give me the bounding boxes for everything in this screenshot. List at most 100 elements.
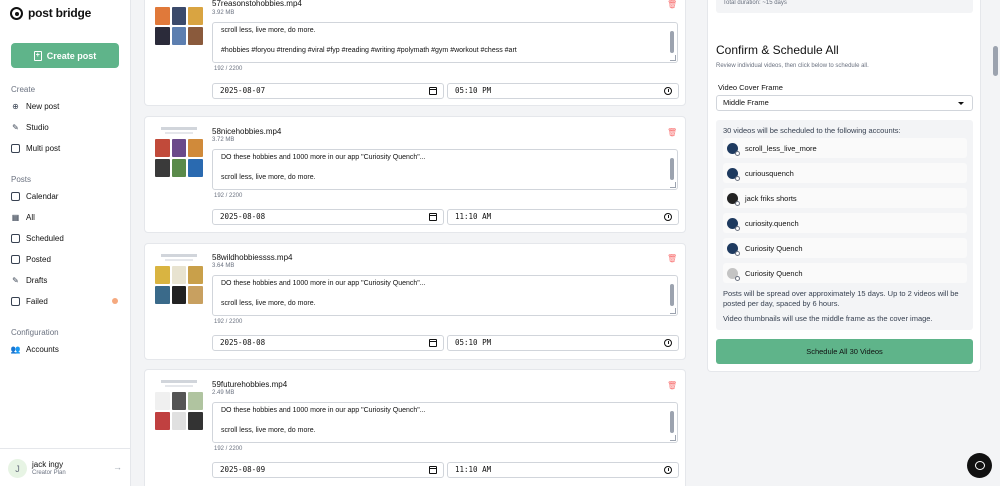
character-counter: 192 / 2200 — [214, 66, 243, 72]
video-thumbnail[interactable] — [155, 125, 203, 177]
calendar-icon[interactable] — [429, 87, 437, 95]
textarea-scrollbar[interactable] — [670, 284, 674, 306]
video-filesize: 3.72 MB — [212, 137, 235, 143]
thumbnail-tile — [155, 27, 170, 45]
trash-icon[interactable]: 🗑 — [667, 0, 677, 9]
avatar — [727, 192, 740, 206]
clock-icon[interactable] — [664, 213, 672, 221]
trash-icon[interactable]: 🗑 — [667, 381, 677, 390]
calendar-icon — [11, 192, 20, 201]
caption-textarea[interactable]: DO these hobbies and 1000 more in our ap… — [212, 149, 678, 190]
trash-icon[interactable]: 🗑 — [667, 254, 677, 263]
caption-textarea[interactable]: DO these hobbies and 1000 more in our ap… — [212, 402, 678, 443]
sidebar-item-label: Failed — [26, 297, 48, 306]
resize-handle[interactable] — [670, 182, 676, 188]
thumbnail-tile — [155, 266, 170, 284]
caption-textarea[interactable]: scroll less, live more, do more. #hobbie… — [212, 22, 678, 63]
clock-icon[interactable] — [664, 339, 672, 347]
accounts-box: 30 videos will be scheduled to the follo… — [716, 120, 973, 330]
avatar — [727, 217, 740, 231]
date-input[interactable]: 2025-08-08 — [212, 335, 444, 351]
thumbnail-header — [161, 127, 197, 130]
account-item: Curiosity Quench — [723, 238, 967, 258]
textarea-scrollbar[interactable] — [670, 411, 674, 433]
video-thumbnail[interactable] — [155, 0, 203, 45]
platform-badge-icon — [735, 175, 740, 181]
time-value: 11:10 AM — [455, 465, 492, 474]
sidebar-item-studio[interactable]: ✎ Studio — [11, 123, 49, 132]
sidebar-item-failed[interactable]: Failed — [11, 297, 48, 306]
sidebar-item-drafts[interactable]: ✎ Drafts — [11, 276, 47, 285]
sidebar-item-new-post[interactable]: ⊕ New post — [11, 102, 59, 111]
calendar-icon[interactable] — [429, 466, 437, 474]
thumbnail-tile — [188, 392, 203, 410]
time-value: 05:10 PM — [455, 86, 492, 95]
thumbnail-tile — [171, 159, 187, 177]
chat-button[interactable] — [967, 453, 992, 478]
account-item: jack friks shorts — [723, 188, 967, 208]
create-post-button[interactable]: + Create post — [11, 43, 119, 68]
caption-textarea[interactable]: DO these hobbies and 1000 more in our ap… — [212, 275, 678, 316]
video-thumbnail[interactable] — [155, 252, 203, 304]
caption-line: DO these hobbies and 1000 more in our ap… — [221, 154, 426, 161]
accounts-heading: 30 videos will be scheduled to the follo… — [723, 126, 901, 135]
clock-icon[interactable] — [664, 466, 672, 474]
chevron-down-icon — [958, 102, 964, 105]
schedule-panel: Total duration: ~15 days Confirm & Sched… — [707, 0, 981, 372]
sidebar-item-multi-post[interactable]: Multi post — [11, 144, 60, 153]
arrow-right-icon: → — [113, 462, 122, 472]
sidebar-item-scheduled[interactable]: Scheduled — [11, 234, 64, 243]
textarea-scrollbar[interactable] — [670, 158, 674, 180]
caption-line: DO these hobbies and 1000 more in our ap… — [221, 407, 426, 414]
date-input[interactable]: 2025-08-07 — [212, 83, 444, 99]
resize-handle[interactable] — [670, 435, 676, 441]
calendar-icon[interactable] — [429, 339, 437, 347]
user-menu[interactable]: J jack ingy Creator Plan → — [0, 448, 131, 486]
check-square-icon — [11, 255, 20, 264]
resize-handle[interactable] — [670, 55, 676, 61]
page-scrollbar[interactable] — [993, 46, 998, 76]
stack-icon — [11, 144, 20, 153]
clock-icon[interactable] — [664, 87, 672, 95]
thumbnail-subheader — [165, 132, 193, 134]
trash-icon[interactable]: 🗑 — [667, 128, 677, 137]
schedule-all-button[interactable]: Schedule All 30 Videos — [716, 339, 973, 364]
thumbnail-tile — [188, 27, 203, 45]
sidebar-item-posted[interactable]: Posted — [11, 255, 51, 264]
alert-square-icon — [11, 297, 20, 306]
sidebar-item-accounts[interactable]: 👥 Accounts — [11, 345, 59, 354]
cover-frame-select[interactable]: Middle Frame — [716, 95, 973, 111]
logo[interactable]: post bridge — [10, 6, 91, 20]
caption-line: scroll less, live more, do more. — [221, 174, 316, 181]
thumbnail-tile — [188, 286, 203, 304]
video-filesize: 2.49 MB — [212, 390, 235, 396]
thumbnail-tile — [171, 139, 187, 157]
textarea-scrollbar[interactable] — [670, 31, 674, 53]
date-input[interactable]: 2025-08-08 — [212, 209, 444, 225]
date-value: 2025-08-08 — [220, 338, 266, 347]
date-input[interactable]: 2025-08-09 — [212, 462, 444, 478]
calendar-icon[interactable] — [429, 213, 437, 221]
failed-indicator-dot — [112, 298, 118, 304]
account-name: curiousquench — [745, 168, 794, 178]
video-filesize: 3.92 MB — [212, 10, 235, 16]
sidebar-item-label: All — [26, 213, 35, 222]
video-filename: 57reasonstohobbies.mp4 — [212, 0, 302, 8]
user-plan: Creator Plan — [32, 470, 66, 476]
account-name: scroll_less_live_more — [745, 143, 817, 153]
caption-line: scroll less, live more, do more. — [221, 300, 316, 307]
time-input[interactable]: 05:10 PM — [447, 335, 679, 351]
time-input[interactable]: 05:10 PM — [447, 83, 679, 99]
plus-icon: + — [33, 50, 42, 61]
time-input[interactable]: 11:10 AM — [447, 209, 679, 225]
account-item: curiousquench — [723, 163, 967, 183]
video-thumbnail[interactable] — [155, 378, 203, 430]
video-filename: 58nicehobbies.mp4 — [212, 127, 282, 136]
sidebar: post bridge + Create post Create ⊕ New p… — [0, 0, 131, 486]
time-input[interactable]: 11:10 AM — [447, 462, 679, 478]
thumbnail-tile — [188, 266, 203, 284]
sidebar-item-all[interactable]: ▦ All — [11, 213, 35, 222]
sidebar-item-calendar[interactable]: Calendar — [11, 192, 58, 201]
thumbnail-tile — [155, 159, 170, 177]
resize-handle[interactable] — [670, 308, 676, 314]
